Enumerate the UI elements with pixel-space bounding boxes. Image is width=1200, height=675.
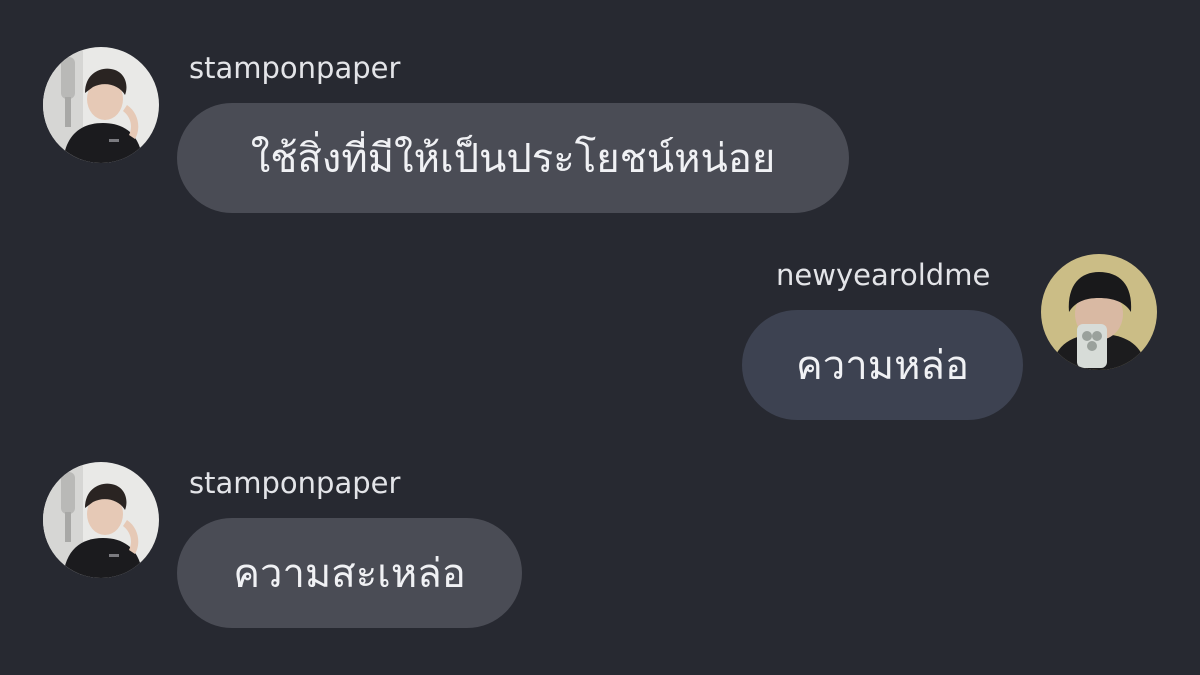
sender-username[interactable]: newyearoldme	[776, 257, 990, 293]
avatar[interactable]	[43, 47, 159, 163]
sender-username[interactable]: stamponpaper	[189, 465, 400, 501]
message-bubble[interactable]: ความหล่อ	[742, 310, 1023, 420]
avatar[interactable]	[1041, 254, 1157, 370]
sender-username[interactable]: stamponpaper	[189, 50, 400, 86]
avatar[interactable]	[43, 462, 159, 578]
avatar-photo-icon	[1041, 254, 1157, 370]
chat-thread: stamponpaper ใช้สิ่งที่มีให้เป็นประโยชน์…	[0, 0, 1200, 675]
message-bubble[interactable]: ความสะเหล่อ	[177, 518, 522, 628]
avatar-photo-icon	[43, 462, 159, 578]
avatar-photo-icon	[43, 47, 159, 163]
message-bubble[interactable]: ใช้สิ่งที่มีให้เป็นประโยชน์หน่อย	[177, 103, 849, 213]
